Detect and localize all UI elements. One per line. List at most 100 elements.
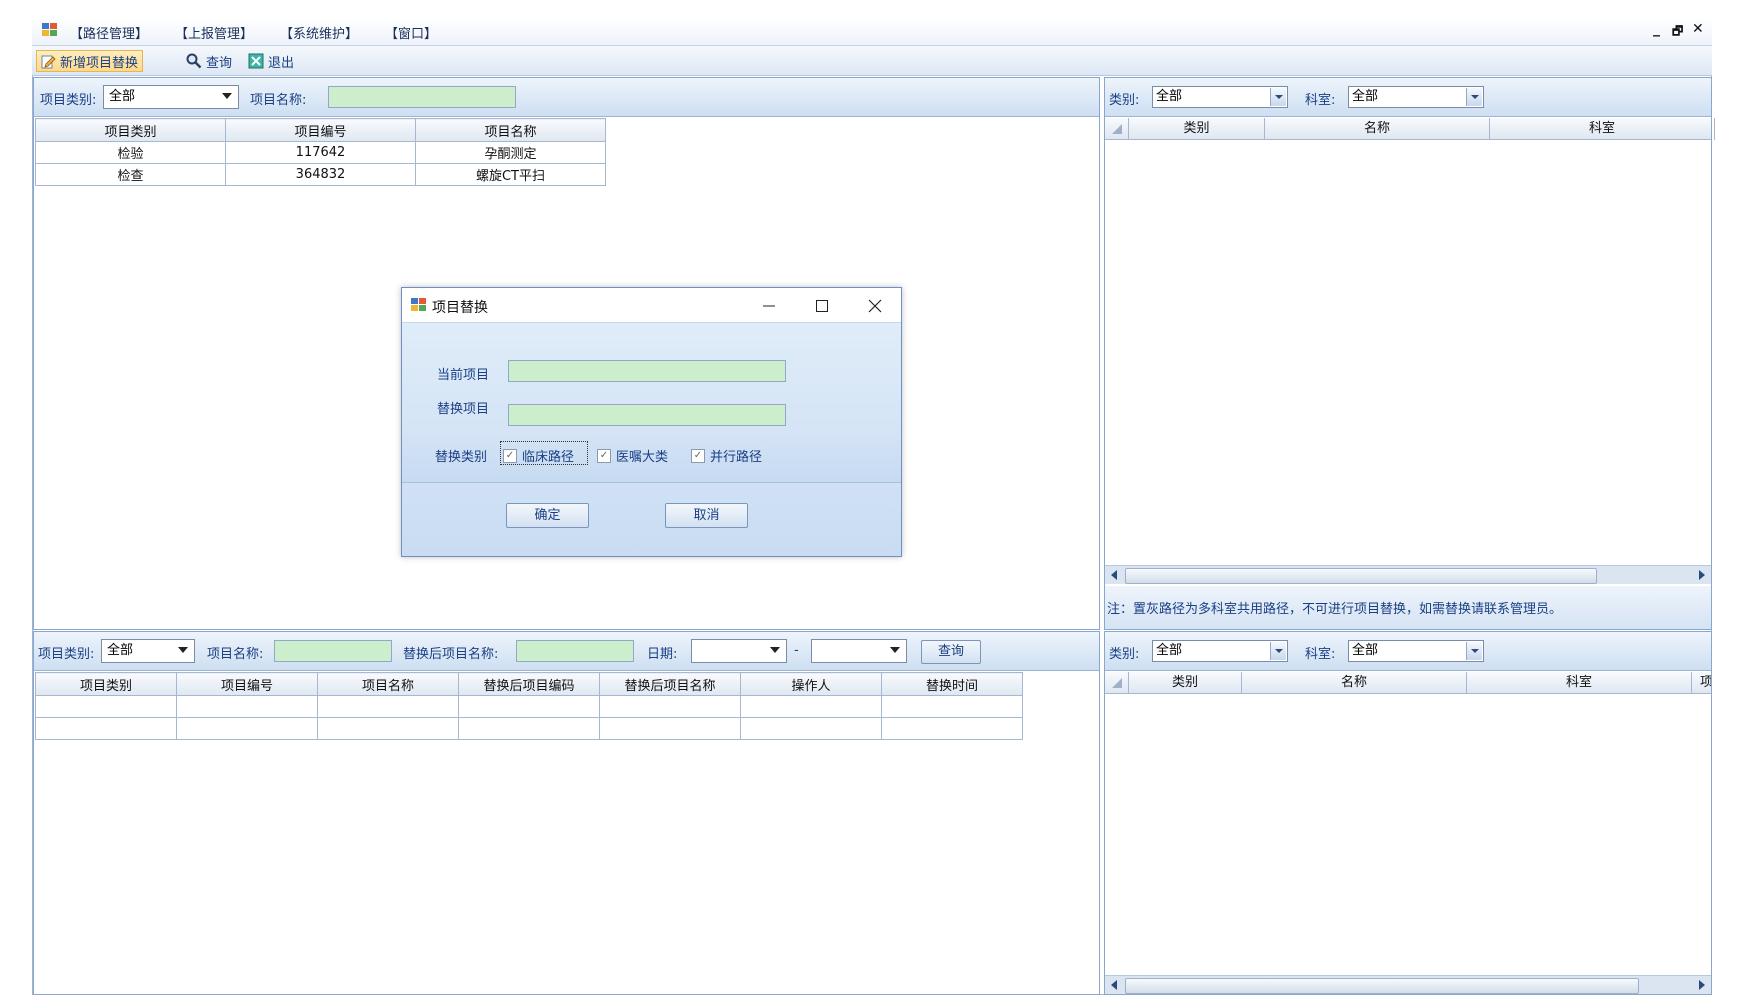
empty-cell: [599, 695, 741, 718]
option-order-category[interactable]: ✓ 医嘱大类: [597, 446, 668, 465]
bottom-category-value: 全部: [1156, 643, 1183, 658]
bottom-dept-value: 全部: [1352, 643, 1379, 658]
path-grid-header: 类别 名称 科室: [1105, 118, 1715, 140]
bottom-path-hscroll[interactable]: [1105, 975, 1711, 994]
exit-button[interactable]: 退出: [244, 50, 298, 72]
date-label: 日期:: [647, 647, 678, 662]
checkbox-checked-icon[interactable]: ✓: [597, 448, 611, 463]
dropdown-arrow-icon[interactable]: [1270, 642, 1286, 660]
col-bottom-name[interactable]: 名称: [1242, 672, 1467, 693]
path-grid-hscroll[interactable]: [1105, 565, 1711, 584]
option-clinical-path-label: 临床路径: [522, 450, 575, 465]
project-name-input[interactable]: [328, 86, 516, 108]
bottom-path-panel: 类别: 全部 科室: 全部 类别 名称 科室 项目: [1104, 631, 1712, 995]
table-row[interactable]: 检查 364832 螺旋CT平扫: [35, 163, 606, 186]
scroll-left-icon[interactable]: [1111, 980, 1117, 990]
replace-project-label: 替换项目: [437, 402, 490, 417]
empty-cell: [599, 717, 741, 740]
replace-type-row: 替换类别 ✓ 临床路径 ✓ 医嘱大类 ✓ 并行路径: [402, 438, 901, 483]
path-filter-bar: 类别: 全部 科室: 全部: [1105, 78, 1711, 117]
menu-system-maintenance[interactable]: 【系统维护】: [280, 23, 358, 42]
col-project-name[interactable]: 项目名称: [415, 118, 606, 142]
scroll-thumb[interactable]: [1125, 978, 1639, 994]
close-icon[interactable]: [868, 299, 882, 313]
path-category-combo[interactable]: 全部: [1152, 86, 1288, 108]
project-table: 项目类别 项目编号 项目名称 检验 117642 孕酮测定 检查 364832 …: [35, 118, 606, 186]
col-replace-time[interactable]: 替换时间: [881, 672, 1023, 696]
history-name-input[interactable]: [274, 640, 392, 662]
col-project-code[interactable]: 项目编号: [225, 118, 416, 142]
scroll-right-icon[interactable]: [1699, 570, 1705, 580]
table-row[interactable]: [35, 695, 1023, 718]
scroll-left-icon[interactable]: [1111, 570, 1117, 580]
cell-category: 检查: [35, 163, 226, 186]
dropdown-arrow-icon[interactable]: [1466, 88, 1482, 106]
col-path-name[interactable]: 名称: [1265, 118, 1490, 140]
date-to-select[interactable]: [811, 639, 907, 663]
cell-name: 孕酮测定: [415, 141, 606, 164]
col-bottom-dept[interactable]: 科室: [1467, 672, 1692, 693]
edit-icon: [41, 55, 56, 68]
col-history-category[interactable]: 项目类别: [35, 672, 177, 696]
chevron-down-icon: [222, 93, 232, 99]
col-replaced-name[interactable]: 替换后项目名称: [599, 672, 741, 696]
col-bottom-category[interactable]: 类别: [1129, 672, 1242, 693]
minimize-icon[interactable]: _: [1653, 21, 1660, 37]
date-from-select[interactable]: [691, 639, 787, 663]
col-path-category[interactable]: 类别: [1129, 118, 1265, 140]
app-icon: [42, 23, 57, 36]
cancel-button[interactable]: 取消: [665, 503, 748, 528]
option-parallel-path[interactable]: ✓ 并行路径: [691, 446, 762, 465]
option-clinical-path[interactable]: ✓ 临床路径: [503, 446, 574, 465]
history-category-select[interactable]: 全部: [101, 639, 195, 663]
note-text: 注：置灰路径为多科室共用路径，不可进行项目替换，如需替换请联系管理员。: [1107, 602, 1563, 617]
col-bottom-project[interactable]: 项目: [1692, 672, 1711, 693]
current-project-input[interactable]: [508, 360, 786, 382]
scroll-thumb[interactable]: [1125, 568, 1597, 584]
empty-cell: [317, 717, 459, 740]
maximize-icon[interactable]: [815, 299, 829, 313]
query-label: 查询: [206, 55, 233, 71]
select-all-corner[interactable]: [1105, 118, 1129, 140]
category-select[interactable]: 全部: [103, 85, 239, 109]
history-query-button[interactable]: 查询: [921, 640, 981, 664]
restore-icon[interactable]: 🗗: [1672, 22, 1683, 43]
replace-project-input[interactable]: [508, 404, 786, 426]
col-history-name[interactable]: 项目名称: [317, 672, 459, 696]
empty-cell: [176, 695, 318, 718]
replaced-name-input[interactable]: [516, 640, 634, 662]
bottom-category-label: 类别:: [1109, 647, 1140, 662]
bottom-category-combo[interactable]: 全部: [1152, 640, 1288, 662]
dropdown-arrow-icon[interactable]: [1466, 642, 1482, 660]
col-history-code[interactable]: 项目编号: [176, 672, 318, 696]
bottom-dept-label: 科室:: [1305, 647, 1336, 662]
option-parallel-path-label: 并行路径: [710, 450, 763, 465]
query-button[interactable]: 查询: [182, 50, 236, 72]
bottom-dept-combo[interactable]: 全部: [1348, 640, 1484, 662]
add-replacement-label: 新增项目替换: [60, 55, 139, 71]
menu-window[interactable]: 【窗口】: [385, 23, 437, 42]
menu-report-management[interactable]: 【上报管理】: [175, 23, 253, 42]
col-path-dept[interactable]: 科室: [1490, 118, 1715, 140]
table-row[interactable]: [35, 717, 1023, 740]
close-icon[interactable]: ✕: [1692, 21, 1704, 37]
cell-category: 检验: [35, 141, 226, 164]
scroll-right-icon[interactable]: [1699, 980, 1705, 990]
ok-button[interactable]: 确定: [506, 503, 589, 528]
minimize-icon[interactable]: [762, 299, 776, 313]
col-replaced-code[interactable]: 替换后项目编码: [458, 672, 600, 696]
table-row[interactable]: 检验 117642 孕酮测定: [35, 141, 606, 164]
note-bar: 注：置灰路径为多科室共用路径，不可进行项目替换，如需替换请联系管理员。: [1105, 586, 1711, 629]
exit-icon: [248, 53, 264, 69]
select-all-corner[interactable]: [1105, 672, 1129, 693]
dropdown-arrow-icon[interactable]: [1270, 88, 1286, 106]
col-project-category[interactable]: 项目类别: [35, 118, 226, 142]
path-dept-combo[interactable]: 全部: [1348, 86, 1484, 108]
col-operator[interactable]: 操作人: [740, 672, 882, 696]
dialog-titlebar[interactable]: 项目替换: [402, 288, 901, 323]
checkbox-checked-icon[interactable]: ✓: [503, 448, 517, 463]
add-replacement-button[interactable]: 新增项目替换: [36, 50, 144, 72]
empty-cell: [740, 717, 882, 740]
menu-path-management[interactable]: 【路径管理】: [70, 23, 148, 42]
checkbox-checked-icon[interactable]: ✓: [691, 448, 705, 463]
